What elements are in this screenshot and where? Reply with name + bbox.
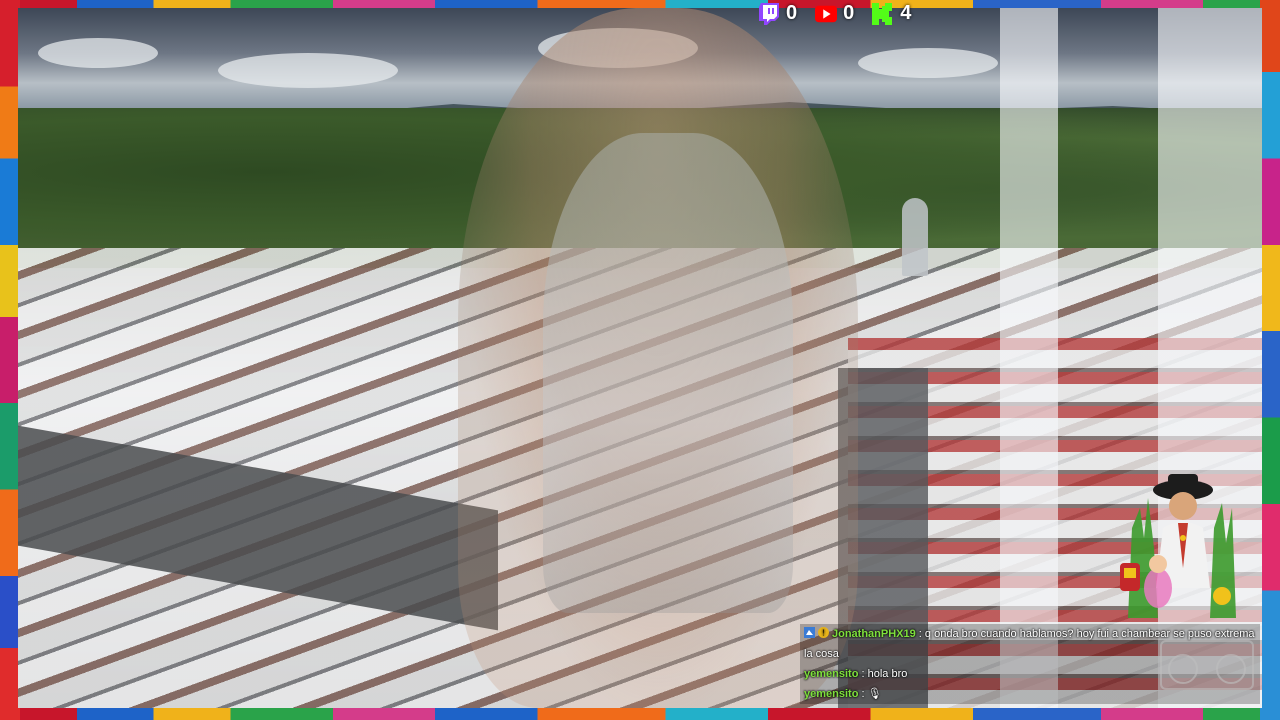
light-bar [1000, 8, 1058, 708]
subscriber-badge-icon [804, 625, 815, 638]
arch-structure [902, 198, 928, 276]
twitch-count: 0 [786, 2, 798, 24]
streamer-character-art [1118, 468, 1248, 618]
twitch-icon [758, 2, 780, 25]
painted-frame-right [1260, 0, 1280, 720]
video-feed [18, 8, 1262, 708]
chat-text: hola bro [867, 668, 908, 680]
svg-text:!: ! [822, 629, 824, 638]
cloud [218, 53, 398, 88]
chat-username: yemensito [804, 688, 859, 700]
stat-kick: 4 [872, 2, 911, 25]
viewer-stats: 0 0 4 [758, 2, 911, 25]
verified-badge-icon: ! [818, 625, 829, 638]
chat-separator: : [858, 668, 868, 680]
painted-frame-left [0, 0, 20, 720]
kick-icon [872, 2, 894, 25]
overlay-figure-shirt [543, 133, 793, 613]
kick-count: 4 [900, 2, 912, 24]
youtube-count: 0 [843, 2, 855, 24]
stream-overlay: 0 0 4 ! JonathanPHX19: q onda bro cuand… [0, 0, 1280, 720]
chat-emote-icon: 🎙 [867, 688, 882, 700]
chat-username: yemensito [804, 668, 859, 680]
chat-separator: : [858, 688, 868, 700]
chat-message: yemensito : 🎙 [800, 684, 1260, 704]
stat-twitch: 0 [758, 2, 797, 25]
chat-message: yemensito : hola bro [800, 664, 1260, 684]
chat-separator: : [915, 628, 925, 640]
cloud [38, 38, 158, 68]
chat-overlay: ! JonathanPHX19 : q onda bro cuando habla… [800, 624, 1260, 704]
chat-username: JonathanPHX19 [832, 628, 916, 640]
stat-youtube: 0 [815, 2, 854, 25]
chat-message: ! JonathanPHX19 : q onda bro cuando habla… [800, 624, 1260, 664]
youtube-icon [815, 3, 838, 25]
cloud [858, 48, 998, 78]
